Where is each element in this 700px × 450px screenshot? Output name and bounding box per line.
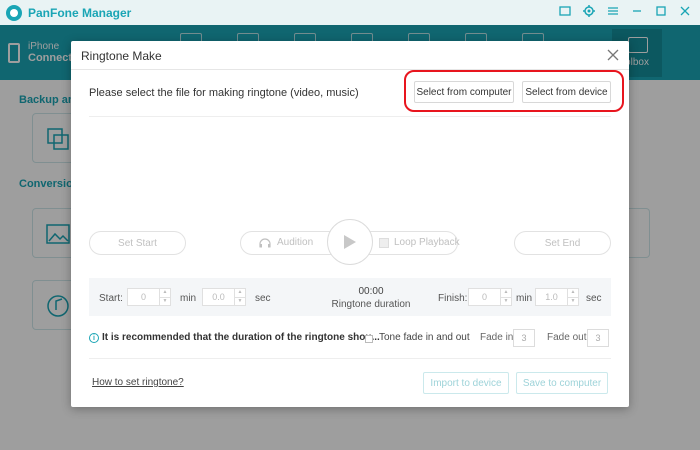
play-icon	[344, 235, 356, 249]
gear-icon[interactable]	[582, 4, 596, 18]
finish-sec-value: 1.0	[545, 292, 558, 302]
start-label: Start:	[99, 293, 123, 304]
duration-value: 00:00	[358, 286, 384, 297]
fade-out-input[interactable]: 3	[587, 329, 609, 347]
app-title: PanFone Manager	[28, 5, 132, 20]
minimize-icon[interactable]	[630, 4, 644, 18]
import-to-device-button[interactable]: Import to device	[423, 372, 509, 394]
maximize-icon[interactable]	[654, 4, 668, 18]
start-sec-stepper[interactable]: 0.0 ▲ ▼	[202, 288, 246, 306]
close-icon[interactable]	[678, 4, 692, 18]
save-to-computer-button[interactable]: Save to computer	[516, 372, 608, 394]
finish-label: Finish:	[438, 293, 468, 304]
down-arrow-icon[interactable]: ▼	[160, 298, 170, 306]
duration-label: Ringtone duration	[331, 299, 411, 310]
down-arrow-icon[interactable]: ▼	[501, 298, 511, 306]
play-button[interactable]	[327, 219, 373, 265]
title-bar: PanFone Manager	[0, 0, 700, 25]
select-from-computer-button[interactable]: Select from computer	[414, 81, 514, 103]
feedback-icon[interactable]	[558, 4, 572, 18]
select-from-device-button[interactable]: Select from device	[522, 81, 611, 103]
finish-sec-label: sec	[586, 293, 602, 304]
up-arrow-icon[interactable]: ▲	[568, 289, 578, 298]
how-to-set-ringtone-link[interactable]: How to set ringtone?	[92, 377, 184, 388]
close-icon[interactable]	[606, 48, 620, 62]
dialog-title: Ringtone Make	[81, 49, 162, 63]
up-arrow-icon[interactable]: ▲	[235, 289, 245, 298]
start-sec-value: 0.0	[212, 292, 225, 302]
menu-icon[interactable]	[606, 4, 620, 18]
fade-in-input[interactable]: 3	[513, 329, 535, 347]
audition-button[interactable]: Audition	[277, 237, 313, 248]
start-sec-label: sec	[255, 293, 271, 304]
tone-fade-checkbox[interactable]	[365, 335, 373, 343]
loop-checkbox[interactable]	[379, 237, 389, 248]
app-logo-icon	[6, 4, 22, 21]
loop-playback-toggle[interactable]: Loop Playback	[379, 237, 460, 248]
finish-min-label: min	[516, 293, 533, 304]
start-min-value: 0	[140, 292, 146, 302]
duration-recommendation: It is recommended that the duration of t…	[102, 332, 380, 343]
set-end-button[interactable]: Set End	[514, 231, 611, 255]
finish-sec-stepper[interactable]: 1.0 ▲ ▼	[535, 288, 579, 306]
start-min-label: min	[180, 293, 197, 304]
time-panel: Start: 0 ▲ ▼ min 0.0 ▲ ▼ sec 00:00 Rington…	[89, 278, 611, 316]
finish-min-stepper[interactable]: 0 ▲ ▼	[468, 288, 512, 306]
divider	[89, 116, 611, 117]
window-controls	[558, 4, 692, 18]
headphone-icon	[259, 237, 271, 247]
tone-fade-label: Tone fade in and out	[379, 332, 470, 343]
finish-min-value: 0	[481, 292, 487, 302]
up-arrow-icon[interactable]: ▲	[160, 289, 170, 298]
ringtone-make-dialog: Ringtone Make Please select the file for…	[71, 41, 629, 407]
set-start-button[interactable]: Set Start	[89, 231, 186, 255]
up-arrow-icon[interactable]: ▲	[501, 289, 511, 298]
divider	[89, 358, 611, 359]
fade-out-label: Fade out	[547, 332, 587, 343]
start-min-stepper[interactable]: 0 ▲ ▼	[127, 288, 171, 306]
info-icon: i	[89, 333, 99, 343]
down-arrow-icon[interactable]: ▼	[568, 298, 578, 306]
select-file-prompt: Please select the file for making ringto…	[89, 87, 359, 99]
down-arrow-icon[interactable]: ▼	[235, 298, 245, 306]
fade-in-label: Fade in	[480, 332, 514, 343]
loop-playback-label: Loop Playback	[394, 237, 460, 248]
